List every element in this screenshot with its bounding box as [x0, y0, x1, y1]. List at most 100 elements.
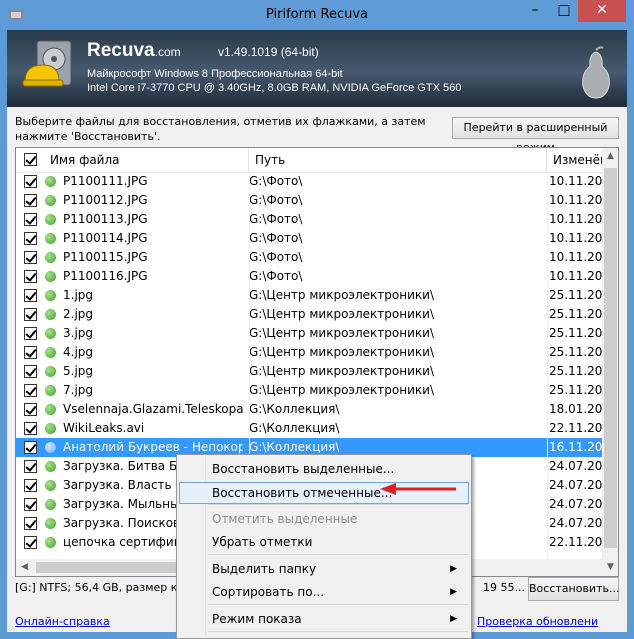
file-date-cell: 25.11.2013: [549, 345, 603, 359]
context-menu-separator: [208, 504, 468, 505]
scroll-left-icon[interactable]: ◀: [16, 559, 33, 576]
file-date-cell: 25.11.2013: [549, 383, 603, 397]
file-name-cell: Vselennaja.Glazami.Teleskopa...: [63, 402, 243, 416]
file-path-cell: G:\Центр микроэлектроники\: [249, 383, 434, 397]
file-date-cell: 25.11.2013: [549, 288, 603, 302]
horizontal-scroll-thumb[interactable]: [36, 562, 176, 573]
minimize-button[interactable]: –: [520, 0, 550, 22]
column-header-modified[interactable]: Изменён: [547, 148, 608, 172]
row-checkbox[interactable]: [24, 498, 37, 511]
file-path-cell: G:\Фото\: [249, 231, 303, 245]
row-checkbox[interactable]: [24, 384, 37, 397]
table-row[interactable]: P1100114.JPG G:\Фото\ 10.11.2013: [16, 229, 603, 248]
row-checkbox[interactable]: [24, 479, 37, 492]
row-checkbox[interactable]: [24, 460, 37, 473]
maximize-button[interactable]: □: [550, 0, 578, 22]
row-checkbox[interactable]: [24, 327, 37, 340]
pear-logo-icon: [582, 46, 610, 99]
select-all-checkbox[interactable]: [24, 153, 37, 166]
file-path-cell: G:\Коллекция\: [249, 402, 340, 416]
context-menu-item: Отметить выделенные: [179, 508, 469, 530]
file-date-cell: 22.11.2013: [549, 421, 603, 435]
file-name-cell: 7.jpg: [63, 383, 94, 397]
table-row[interactable]: 2.jpg G:\Центр микроэлектроники\ 25.11.201…: [16, 305, 603, 324]
context-menu-item[interactable]: Убрать отметки: [179, 531, 469, 553]
context-menu-item[interactable]: Сортировать по... ▶: [179, 581, 469, 603]
column-header-path[interactable]: Путь: [249, 148, 547, 172]
column-divider: [547, 172, 548, 576]
close-button[interactable]: ✕: [578, 0, 626, 22]
table-row[interactable]: 3.jpg G:\Центр микроэлектроники\ 25.11.201…: [16, 324, 603, 343]
status-ok-icon: [45, 461, 56, 472]
file-path-cell: G:\Центр микроэлектроники\: [249, 326, 434, 340]
row-checkbox[interactable]: [24, 517, 37, 530]
context-menu-item[interactable]: Режим показа ▶: [179, 608, 469, 630]
scroll-up-icon[interactable]: ▲: [602, 148, 618, 165]
table-row[interactable]: 4.jpg G:\Центр микроэлектроники\ 25.11.201…: [16, 343, 603, 362]
file-path-cell: G:\Фото\: [249, 212, 303, 226]
file-name-cell: 3.jpg: [63, 326, 94, 340]
row-checkbox[interactable]: [24, 308, 37, 321]
file-path-cell: G:\Центр микроэлектроники\: [249, 364, 434, 378]
submenu-arrow-icon: ▶: [450, 564, 457, 574]
file-date-cell: 22.11.2013: [549, 535, 603, 549]
status-ok-icon: [45, 271, 56, 282]
file-date-cell: 24.07.2011: [549, 497, 603, 511]
recover-button[interactable]: Восстановить...: [528, 577, 619, 601]
context-menu-item[interactable]: Выделить папку ▶: [179, 558, 469, 580]
status-ok-icon: [45, 290, 56, 301]
recuva-window: Piriform Recuva – □ ✕ Recuva.com v1.49.1…: [0, 0, 634, 639]
advanced-mode-button[interactable]: Перейти в расширенный режим: [452, 117, 619, 154]
status-ok-icon: [45, 537, 56, 548]
file-path-cell: G:\Фото\: [249, 269, 303, 283]
table-row[interactable]: P1100116.JPG G:\Фото\ 10.11.2013: [16, 267, 603, 286]
online-help-link[interactable]: Онлайн-справка: [15, 615, 110, 628]
table-row[interactable]: WikiLeaks.avi G:\Коллекция\ 22.11.2013: [16, 419, 603, 438]
row-checkbox[interactable]: [24, 403, 37, 416]
table-row[interactable]: 5.jpg G:\Центр микроэлектроники\ 25.11.201…: [16, 362, 603, 381]
file-path-cell: G:\Центр микроэлектроники\: [249, 288, 434, 302]
check-updates-link[interactable]: Проверка обновлени: [477, 615, 598, 628]
row-checkbox[interactable]: [24, 422, 37, 435]
row-checkbox[interactable]: [24, 270, 37, 283]
row-checkbox[interactable]: [24, 441, 37, 454]
row-checkbox[interactable]: [24, 251, 37, 264]
instructions-text: Выберите файлы для восстановления, отмет…: [15, 115, 426, 143]
table-row[interactable]: P1100112.JPG G:\Фото\ 10.11.2013: [16, 191, 603, 210]
scroll-down-icon[interactable]: ▼: [602, 559, 618, 576]
status-ok-icon: [45, 176, 56, 187]
context-menu-item[interactable]: Восстановить выделенные...: [179, 458, 469, 480]
row-checkbox[interactable]: [24, 175, 37, 188]
vertical-scrollbar[interactable]: ▲ ▼: [602, 148, 618, 576]
row-checkbox[interactable]: [24, 232, 37, 245]
title-bar[interactable]: Piriform Recuva – □ ✕: [0, 0, 634, 30]
file-name-cell: 5.jpg: [63, 364, 94, 378]
column-header-name[interactable]: Имя файла: [44, 148, 249, 172]
table-row[interactable]: 7.jpg G:\Центр микроэлектроники\ 25.11.201…: [16, 381, 603, 400]
system-info: Майкрософт Windows 8 Профессиональная 64…: [87, 67, 461, 95]
context-menu-item-label: Сортировать по...: [212, 585, 325, 599]
row-checkbox[interactable]: [24, 289, 37, 302]
row-checkbox[interactable]: [24, 213, 37, 226]
row-checkbox[interactable]: [24, 346, 37, 359]
table-row[interactable]: Vselennaja.Glazami.Teleskopa... G:\Коллек…: [16, 400, 603, 419]
hardware-info: Intel Core i7-3770 CPU @ 3.40GHz, 8.0GB …: [87, 82, 462, 94]
table-row[interactable]: P1100111.JPG G:\Фото\ 10.11.2013: [16, 172, 603, 191]
table-row[interactable]: P1100113.JPG G:\Фото\ 10.11.2013: [16, 210, 603, 229]
file-name-cell: 4.jpg: [63, 345, 94, 359]
file-name-cell: WikiLeaks.avi: [63, 421, 145, 435]
recuva-logo-icon: [22, 40, 72, 87]
file-path-cell: G:\Фото\: [249, 174, 303, 188]
status-ok-icon: [45, 366, 56, 377]
table-row[interactable]: P1100115.JPG G:\Фото\ 10.11.2013: [16, 248, 603, 267]
file-name-cell: P1100111.JPG: [63, 174, 148, 188]
row-checkbox[interactable]: [24, 194, 37, 207]
vertical-scroll-thumb[interactable]: [604, 168, 617, 548]
row-checkbox[interactable]: [24, 365, 37, 378]
row-checkbox[interactable]: [24, 536, 37, 549]
table-row[interactable]: 1.jpg G:\Центр микроэлектроники\ 25.11.201…: [16, 286, 603, 305]
file-date-cell: 24.07.2011: [549, 459, 603, 473]
file-path-cell: G:\Коллекция\: [249, 421, 340, 435]
status-ok-icon: [45, 214, 56, 225]
file-path-cell: G:\Фото\: [249, 193, 303, 207]
